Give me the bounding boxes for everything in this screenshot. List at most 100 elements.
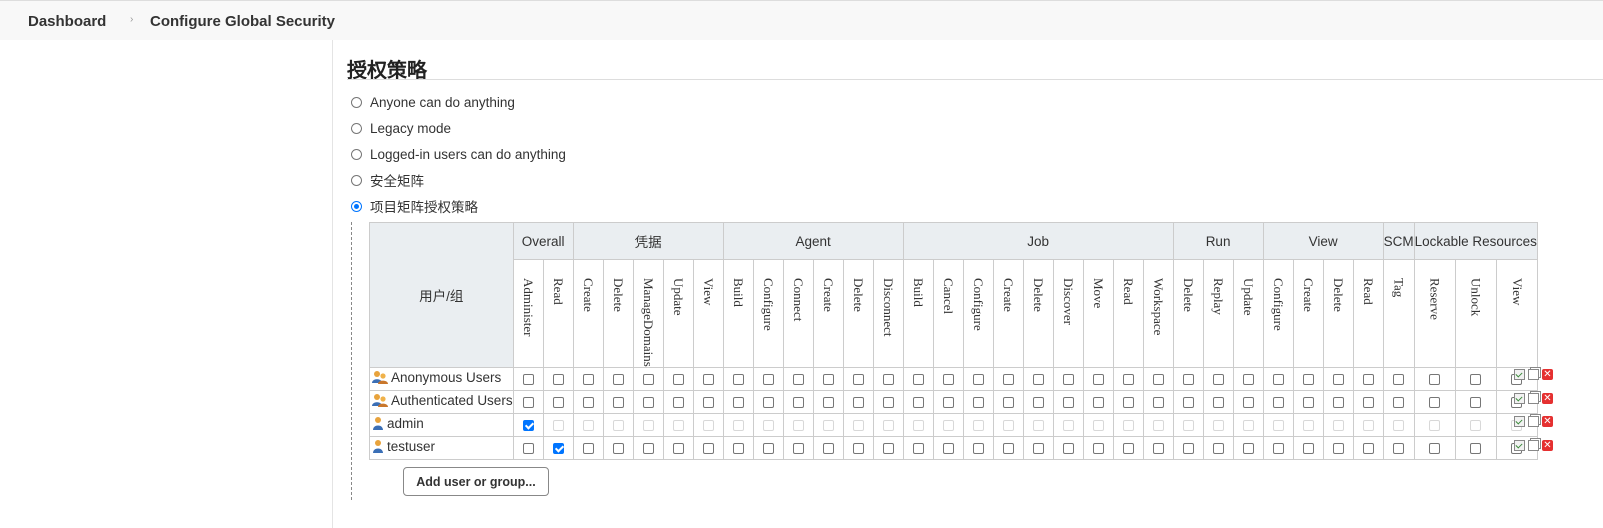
strategy-radio[interactable] <box>351 148 362 160</box>
permission-checkbox[interactable] <box>1242 374 1254 386</box>
permission-checkbox[interactable] <box>762 443 774 455</box>
copy-icon[interactable] <box>1528 440 1539 451</box>
permission-checkbox[interactable] <box>852 443 864 455</box>
copy-icon[interactable] <box>1528 416 1539 427</box>
permission-checkbox[interactable] <box>1092 443 1104 455</box>
permission-checkbox[interactable] <box>1429 397 1441 409</box>
permission-checkbox[interactable] <box>882 374 894 386</box>
breadcrumb-dashboard[interactable]: Dashboard <box>28 13 106 30</box>
permission-checkbox[interactable] <box>702 397 714 409</box>
permission-checkbox[interactable] <box>732 397 744 409</box>
permission-checkbox[interactable] <box>1122 397 1134 409</box>
strategy-option[interactable]: Logged-in users can do anything <box>351 144 566 164</box>
permission-checkbox[interactable] <box>882 443 894 455</box>
permission-checkbox[interactable] <box>1242 443 1254 455</box>
permission-checkbox[interactable] <box>792 374 804 386</box>
permission-checkbox[interactable] <box>762 397 774 409</box>
strategy-radio[interactable] <box>351 200 362 212</box>
breadcrumb-configure-global-security[interactable]: Configure Global Security <box>150 13 335 30</box>
permission-checkbox[interactable] <box>1272 397 1284 409</box>
delete-icon[interactable]: ✕ <box>1542 369 1553 380</box>
permission-checkbox[interactable] <box>852 374 864 386</box>
permission-checkbox[interactable] <box>822 443 834 455</box>
permission-checkbox[interactable] <box>1302 443 1314 455</box>
permission-checkbox[interactable] <box>1393 374 1405 386</box>
permission-checkbox[interactable] <box>1362 374 1374 386</box>
permission-checkbox[interactable] <box>1182 443 1194 455</box>
permission-checkbox[interactable] <box>732 374 744 386</box>
strategy-radio[interactable] <box>351 174 362 186</box>
permission-checkbox[interactable] <box>522 420 534 432</box>
strategy-option[interactable]: 项目矩阵授权策略 <box>351 196 478 216</box>
permission-checkbox[interactable] <box>1212 443 1224 455</box>
permission-checkbox[interactable] <box>1332 397 1344 409</box>
strategy-option[interactable]: Legacy mode <box>351 118 451 138</box>
permission-checkbox[interactable] <box>582 443 594 455</box>
permission-checkbox[interactable] <box>822 374 834 386</box>
permission-checkbox[interactable] <box>942 374 954 386</box>
permission-checkbox[interactable] <box>582 374 594 386</box>
permission-checkbox[interactable] <box>1152 397 1164 409</box>
permission-checkbox[interactable] <box>522 443 534 455</box>
permission-checkbox[interactable] <box>972 397 984 409</box>
permission-checkbox[interactable] <box>912 374 924 386</box>
copy-icon[interactable] <box>1528 369 1539 380</box>
permission-checkbox[interactable] <box>1302 397 1314 409</box>
permission-checkbox[interactable] <box>582 397 594 409</box>
permission-checkbox[interactable] <box>1393 443 1405 455</box>
permission-checkbox[interactable] <box>912 443 924 455</box>
permission-checkbox[interactable] <box>672 397 684 409</box>
permission-checkbox[interactable] <box>702 443 714 455</box>
permission-checkbox[interactable] <box>1092 374 1104 386</box>
permission-checkbox[interactable] <box>612 374 624 386</box>
permission-checkbox[interactable] <box>1470 397 1482 409</box>
permission-checkbox[interactable] <box>642 374 654 386</box>
select-all-icon[interactable] <box>1514 393 1525 404</box>
permission-checkbox[interactable] <box>642 443 654 455</box>
permission-checkbox[interactable] <box>1332 374 1344 386</box>
permission-checkbox[interactable] <box>612 443 624 455</box>
permission-checkbox[interactable] <box>552 397 564 409</box>
add-user-or-group-button[interactable]: Add user or group... <box>403 467 549 496</box>
permission-checkbox[interactable] <box>522 374 534 386</box>
permission-checkbox[interactable] <box>1272 374 1284 386</box>
permission-checkbox[interactable] <box>1152 374 1164 386</box>
permission-checkbox[interactable] <box>672 443 684 455</box>
permission-checkbox[interactable] <box>972 374 984 386</box>
delete-icon[interactable]: ✕ <box>1542 416 1553 427</box>
strategy-radio[interactable] <box>351 122 362 134</box>
permission-checkbox[interactable] <box>972 443 984 455</box>
permission-checkbox[interactable] <box>1212 397 1224 409</box>
permission-checkbox[interactable] <box>1212 374 1224 386</box>
permission-checkbox[interactable] <box>642 397 654 409</box>
permission-checkbox[interactable] <box>1362 443 1374 455</box>
permission-checkbox[interactable] <box>792 397 804 409</box>
permission-checkbox[interactable] <box>702 374 714 386</box>
permission-checkbox[interactable] <box>1002 443 1014 455</box>
permission-checkbox[interactable] <box>1002 397 1014 409</box>
permission-checkbox[interactable] <box>522 397 534 409</box>
permission-checkbox[interactable] <box>942 443 954 455</box>
permission-checkbox[interactable] <box>1393 397 1405 409</box>
permission-checkbox[interactable] <box>1032 397 1044 409</box>
permission-checkbox[interactable] <box>1032 374 1044 386</box>
permission-checkbox[interactable] <box>1032 443 1044 455</box>
permission-checkbox[interactable] <box>1062 443 1074 455</box>
strategy-option[interactable]: Anyone can do anything <box>351 92 515 112</box>
permission-checkbox[interactable] <box>612 397 624 409</box>
permission-checkbox[interactable] <box>1332 443 1344 455</box>
permission-checkbox[interactable] <box>1302 374 1314 386</box>
permission-checkbox[interactable] <box>1182 374 1194 386</box>
delete-icon[interactable]: ✕ <box>1542 440 1553 451</box>
permission-checkbox[interactable] <box>552 374 564 386</box>
delete-icon[interactable]: ✕ <box>1542 393 1553 404</box>
permission-checkbox[interactable] <box>1092 397 1104 409</box>
permission-checkbox[interactable] <box>1470 443 1482 455</box>
permission-checkbox[interactable] <box>672 374 684 386</box>
select-all-icon[interactable] <box>1514 440 1525 451</box>
permission-checkbox[interactable] <box>1122 443 1134 455</box>
permission-checkbox[interactable] <box>1062 397 1074 409</box>
permission-checkbox[interactable] <box>1152 443 1164 455</box>
permission-checkbox[interactable] <box>822 397 834 409</box>
permission-checkbox[interactable] <box>1272 443 1284 455</box>
